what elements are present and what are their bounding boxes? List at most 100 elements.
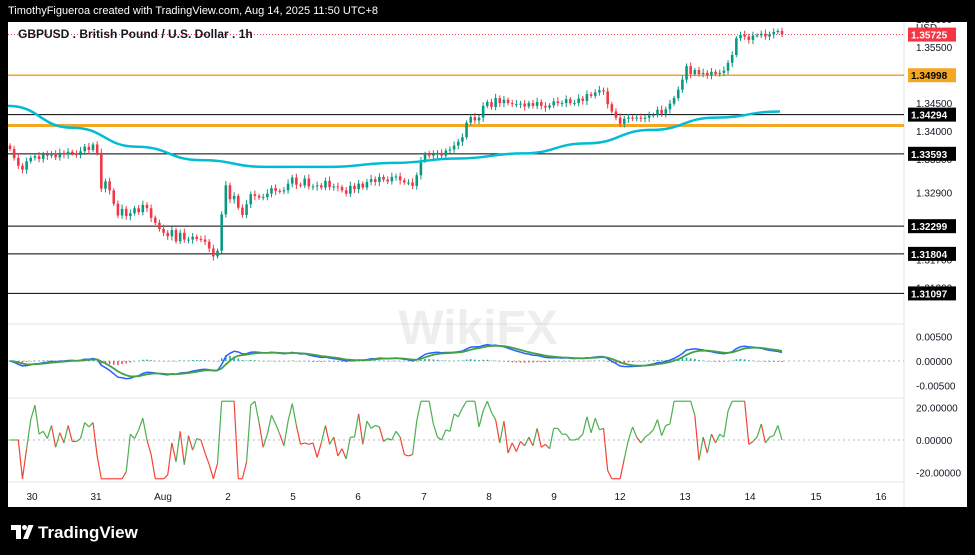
histogram-bar [386,360,389,362]
oscillator-2-segment [308,442,314,445]
oscillator-2-segment [515,441,522,452]
histogram-bar [532,361,534,363]
oscillator-2-segment [644,433,650,438]
candle-body [187,239,190,241]
histogram-bar [258,360,260,362]
oscillator-2-segment [266,415,273,435]
candle-body [195,236,199,239]
level-label-text: 1.32299 [911,222,948,233]
candle-body [652,114,655,116]
candle [448,146,452,154]
oscillator-2-segment [84,422,90,428]
histogram-bar [220,358,223,361]
candle-body [149,208,153,218]
histogram-bar [507,361,509,362]
candle [527,100,531,109]
histogram-bar [337,361,339,362]
candle-body [523,103,526,107]
oscillator-2-segment [474,401,480,428]
candle-body [257,195,261,198]
oscillator-2-segment [362,420,368,445]
level-label-text: 1.31804 [911,250,948,261]
candle-body [531,103,535,106]
histogram-bar [270,360,273,362]
candle [344,187,348,197]
candle [216,248,219,259]
candle-body [120,208,124,216]
candle [411,178,414,190]
histogram-bar [743,359,746,361]
histogram-bar [747,360,750,361]
candle-body [286,183,290,191]
candle-body [307,178,311,187]
candle [307,174,311,190]
oscillator-2-segment [312,442,318,458]
candle-body [8,145,12,149]
candle-body [440,152,443,156]
histogram-bar [125,361,128,364]
candle-body [29,157,33,162]
candle-body [25,161,28,170]
candle-body [266,193,269,198]
candle [195,234,199,242]
oscillator-2-segment [42,430,48,439]
candle [145,202,149,212]
price-tick-label: 1.35500 [916,43,953,54]
candle [378,173,381,187]
histogram-bar [648,360,650,362]
oscillator-2-segment [590,418,596,433]
histogram-bar [237,358,240,361]
oscillator-2-segment [632,426,638,438]
oscillator-2-segment [295,425,302,445]
candle-body [639,117,643,119]
chart-area[interactable]: 1.360001.355001.345001.340001.335001.329… [8,22,967,507]
histogram-bar [187,360,190,361]
candle [158,219,161,232]
histogram-bar [523,361,526,363]
oscillator-2-segment [92,422,98,457]
oscillator-2-pane [8,400,904,480]
candle [432,150,435,159]
candle-body [145,204,149,209]
oscillator-2-segment [536,428,542,448]
oscillator-2-segment [565,433,571,441]
histogram-bar [158,361,161,362]
histogram-bar [723,361,725,362]
candle-body [203,239,207,242]
candle [523,99,526,111]
candle [706,70,709,79]
candle [635,114,639,122]
candle [120,204,124,219]
candle-body [755,35,759,37]
candle-body [527,103,531,107]
candle-body [465,122,468,138]
oscillator-2-segment [208,464,214,479]
candle-body [349,185,352,194]
candle [407,179,410,186]
candle [386,176,389,185]
candle [274,184,277,196]
candle [672,95,676,106]
candle [270,185,273,198]
candle [257,193,261,200]
candle-body [535,101,539,106]
histogram-bar [38,360,40,362]
candle [124,206,128,220]
candle [286,179,290,194]
candle-body [224,185,228,215]
candle [320,183,323,190]
candle [589,91,593,99]
candle-body [610,104,614,112]
price-chart[interactable]: 1.360001.355001.345001.340001.335001.329… [8,22,967,507]
oscillator-2-segment [408,453,413,457]
candle-body [573,103,576,105]
histogram-bar [735,359,738,361]
candle [556,97,560,107]
histogram-bar [399,361,401,362]
oscillator-2-segment [453,413,459,418]
histogram-bar [195,360,198,361]
histogram-bar [440,360,443,361]
candle [427,150,431,159]
candle-body [585,94,589,101]
oscillator-2-tick-label: 20.00000 [916,404,958,415]
